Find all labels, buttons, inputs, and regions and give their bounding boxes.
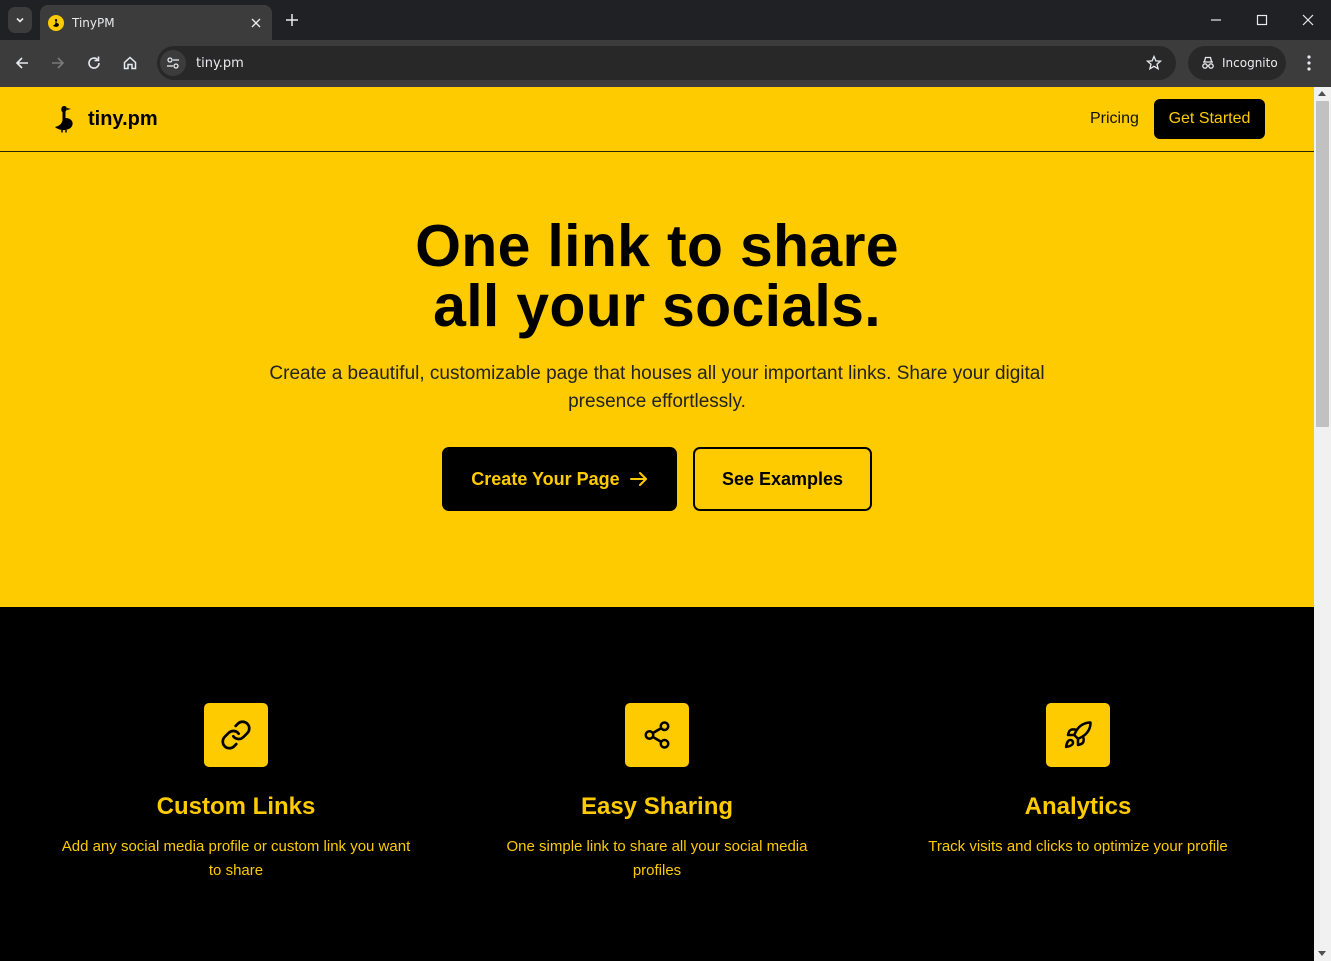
hero-title: One link to share all your socials. [0, 216, 1314, 336]
rocket-icon [1046, 703, 1110, 767]
browser-tab[interactable]: TinyPM [40, 5, 272, 40]
url-text[interactable]: tiny.pm [196, 56, 1142, 71]
brand-name: tiny.pm [88, 107, 158, 130]
more-menu-icon[interactable] [1297, 50, 1321, 76]
feature-card-custom-links: Custom Links Add any social media profil… [26, 703, 446, 883]
see-examples-button[interactable]: See Examples [693, 447, 872, 511]
create-your-page-label: Create Your Page [471, 468, 620, 489]
goose-favicon-icon [48, 14, 64, 31]
reload-icon[interactable] [81, 50, 107, 76]
site-header: tiny.pm Pricing Get Started [0, 87, 1314, 152]
share-icon [625, 703, 689, 767]
hero-section: One link to share all your socials. Crea… [0, 152, 1314, 607]
back-arrow-icon[interactable] [9, 50, 35, 76]
browser-toolbar: tiny.pm Incognito [0, 40, 1331, 87]
tab-title: TinyPM [72, 15, 115, 30]
home-icon[interactable] [117, 50, 143, 76]
incognito-icon [1202, 56, 1214, 69]
feature-card-analytics: Analytics Track visits and clicks to opt… [868, 703, 1288, 859]
close-tab-icon[interactable] [246, 13, 266, 33]
tab-search-button[interactable] [8, 7, 32, 33]
incognito-label: Incognito [1222, 56, 1278, 70]
browser-tab-strip: TinyPM [0, 0, 1331, 40]
arrow-right-icon [629, 471, 648, 487]
feature-card-easy-sharing: Easy Sharing One simple link to share al… [447, 703, 867, 883]
brand-logo[interactable]: tiny.pm [52, 105, 158, 133]
hero-subtitle: Create a beautiful, customizable page th… [269, 363, 1045, 412]
feature-description: Add any social media profile or custom l… [61, 838, 411, 879]
new-tab-icon[interactable] [282, 10, 302, 30]
address-bar[interactable]: tiny.pm [157, 46, 1176, 80]
scroll-thumb[interactable] [1316, 101, 1329, 427]
maximize-icon[interactable] [1250, 8, 1274, 32]
feature-description: Track visits and clicks to optimize your… [928, 838, 1228, 855]
close-window-icon[interactable] [1296, 8, 1320, 32]
scroll-down-icon[interactable] [1318, 951, 1326, 956]
create-your-page-button[interactable]: Create Your Page [442, 447, 677, 511]
feature-title: Custom Links [156, 793, 316, 820]
minimize-icon[interactable] [1204, 8, 1228, 32]
chevron-down-icon [16, 17, 24, 23]
site-settings-icon[interactable] [160, 50, 186, 76]
pricing-link[interactable]: Pricing [1090, 110, 1139, 128]
features-section: Custom Links Add any social media profil… [0, 607, 1314, 961]
incognito-indicator[interactable]: Incognito [1188, 46, 1286, 80]
scroll-up-icon[interactable] [1318, 91, 1326, 96]
page-scrollbar[interactable] [1314, 87, 1331, 961]
goose-logo-icon [55, 106, 73, 133]
page-viewport: tiny.pm Pricing Get Started One link to … [0, 87, 1314, 961]
hero-title-line-1: One link to share [415, 213, 899, 279]
feature-description: One simple link to share all your social… [506, 838, 808, 879]
get-started-button[interactable]: Get Started [1154, 99, 1265, 139]
link-icon [204, 703, 268, 767]
hero-title-line-2: all your socials. [433, 273, 881, 339]
feature-title: Analytics [1024, 793, 1132, 820]
forward-arrow-icon[interactable] [45, 50, 71, 76]
feature-title: Easy Sharing [580, 793, 734, 820]
bookmark-star-icon[interactable] [1142, 51, 1166, 75]
